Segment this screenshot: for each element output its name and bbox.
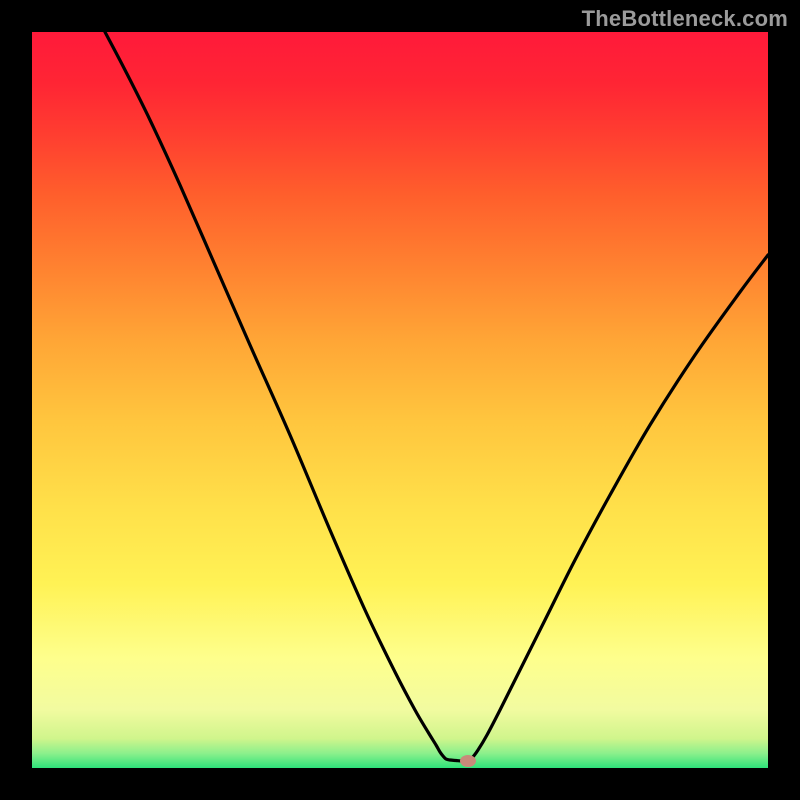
minimum-marker	[460, 755, 476, 767]
curve-line	[105, 32, 768, 761]
chart-svg	[0, 0, 800, 800]
